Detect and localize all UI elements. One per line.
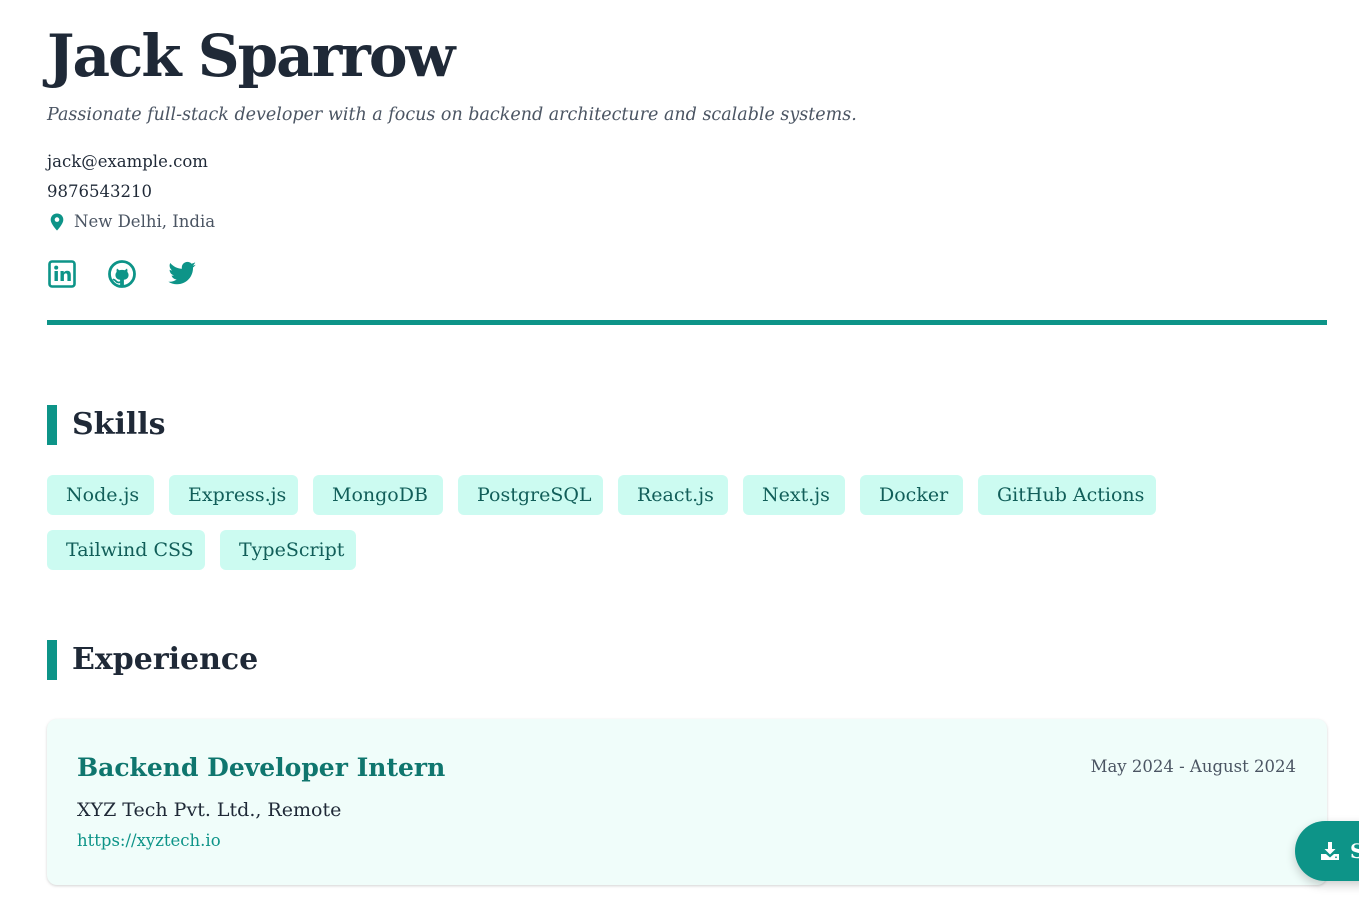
contact-location: New Delhi, India bbox=[47, 211, 215, 233]
skill-tag: Next.js bbox=[743, 475, 845, 515]
header-divider bbox=[47, 320, 1327, 325]
github-link[interactable] bbox=[107, 258, 137, 290]
skill-tag: Express.js bbox=[169, 475, 298, 515]
skill-tag: Docker bbox=[860, 475, 963, 515]
location-text: New Delhi, India bbox=[74, 212, 216, 231]
skill-tag: GitHub Actions bbox=[978, 475, 1156, 515]
download-button-label: S bbox=[1350, 839, 1359, 863]
skills-heading-text: Skills bbox=[72, 407, 166, 442]
download-floating-button[interactable]: S bbox=[1295, 821, 1359, 881]
map-pin-icon bbox=[48, 212, 66, 232]
skills-section-heading: Skills bbox=[47, 405, 166, 445]
profile-name: Jack Sparrow bbox=[47, 22, 455, 90]
job-title: Backend Developer Intern bbox=[77, 753, 446, 782]
skill-tag: PostgreSQL bbox=[458, 475, 603, 515]
heading-accent-bar bbox=[47, 405, 57, 445]
job-dates: May 2024 - August 2024 bbox=[1090, 757, 1296, 776]
contact-email: jack@example.com bbox=[47, 152, 208, 171]
linkedin-icon bbox=[48, 260, 76, 288]
experience-heading-text: Experience bbox=[72, 642, 259, 677]
experience-section-heading: Experience bbox=[47, 640, 258, 680]
twitter-link[interactable] bbox=[167, 258, 197, 290]
profile-tagline: Passionate full-stack developer with a f… bbox=[47, 105, 857, 125]
resume-page: Jack Sparrow Passionate full-stack devel… bbox=[0, 0, 1359, 900]
contact-phone: 9876543210 bbox=[47, 182, 152, 201]
twitter-icon bbox=[166, 260, 198, 288]
company-website-link[interactable]: https://xyztech.io bbox=[77, 830, 221, 852]
experience-card: Backend Developer Intern May 2024 - Augu… bbox=[47, 719, 1327, 885]
github-icon bbox=[107, 259, 137, 289]
download-icon bbox=[1319, 840, 1341, 862]
heading-accent-bar bbox=[47, 640, 57, 680]
job-company: XYZ Tech Pvt. Ltd., Remote bbox=[77, 799, 342, 821]
skill-tag: Tailwind CSS bbox=[47, 530, 205, 570]
skill-tag: React.js bbox=[618, 475, 728, 515]
linkedin-link[interactable] bbox=[47, 258, 77, 290]
skill-tag: MongoDB bbox=[313, 475, 443, 515]
skill-tag: TypeScript bbox=[220, 530, 356, 570]
skill-tag: Node.js bbox=[47, 475, 154, 515]
social-links bbox=[47, 258, 227, 290]
